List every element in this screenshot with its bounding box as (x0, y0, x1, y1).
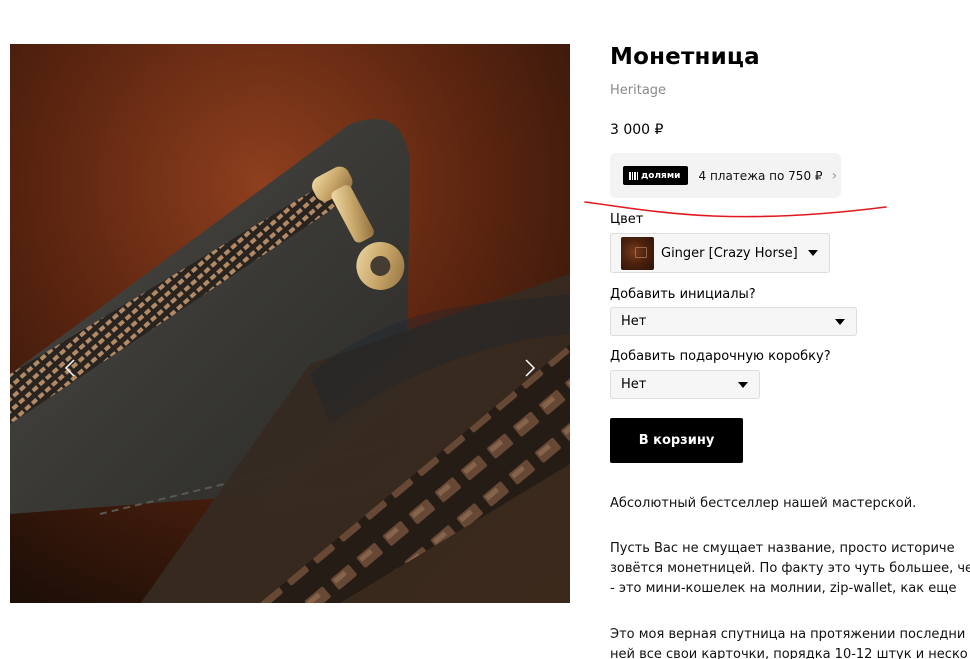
product-price: 3 000 ₽ (610, 122, 664, 138)
description-line: Абсолютный бестселлер нашей мастерской. (610, 496, 917, 511)
initials-select[interactable]: Нет (610, 307, 857, 336)
gift-box-select-value: Нет (621, 377, 647, 392)
dolyami-bars-icon (629, 171, 638, 180)
dolyami-logo: долями (623, 166, 688, 185)
description-line: - это мини-кошелек на молнии, zip-wallet… (610, 581, 957, 596)
color-select-value: Ginger [Crazy Horse] (661, 245, 798, 261)
gift-box-select[interactable]: Нет (610, 370, 760, 399)
description-line: Пусть Вас не смущает название, просто ис… (610, 541, 955, 556)
caret-down-icon (835, 318, 845, 325)
product-title: Монетница (610, 44, 760, 70)
product-gallery[interactable] (10, 44, 570, 603)
description-line: Это моя верная спутница на протяжении по… (610, 627, 966, 642)
installments-widget[interactable]: долями 4 платежа по 750 ₽ › (610, 153, 841, 198)
product-photo (10, 44, 570, 603)
installments-text: 4 платежа по 750 ₽ (698, 168, 823, 183)
dolyami-logo-text: долями (641, 170, 681, 181)
chevron-right-icon: › (831, 167, 838, 184)
color-select[interactable]: Ginger [Crazy Horse] (610, 233, 830, 273)
product-brand: Heritage (610, 83, 667, 98)
gift-box-label: Добавить подарочную коробку? (610, 349, 831, 364)
description-line: зовётся монетницей. По факту это чуть бо… (610, 561, 970, 576)
gallery-prev-arrow[interactable] (58, 352, 82, 384)
product-page: Монетница Heritage 3 000 ₽ долями 4 плат… (0, 0, 970, 659)
initials-label: Добавить инициалы? (610, 287, 756, 302)
chevron-left-icon (64, 359, 75, 377)
color-label: Цвет (610, 212, 644, 227)
initials-select-value: Нет (621, 314, 647, 329)
chevron-right-icon (525, 359, 536, 377)
add-to-cart-button[interactable]: В корзину (610, 418, 743, 463)
color-swatch (621, 236, 654, 270)
gallery-next-arrow[interactable] (518, 352, 542, 384)
description-line: ней все свои карточки, порядка 10-12 шту… (610, 647, 968, 659)
caret-down-icon (808, 250, 818, 256)
caret-down-icon (738, 381, 748, 388)
